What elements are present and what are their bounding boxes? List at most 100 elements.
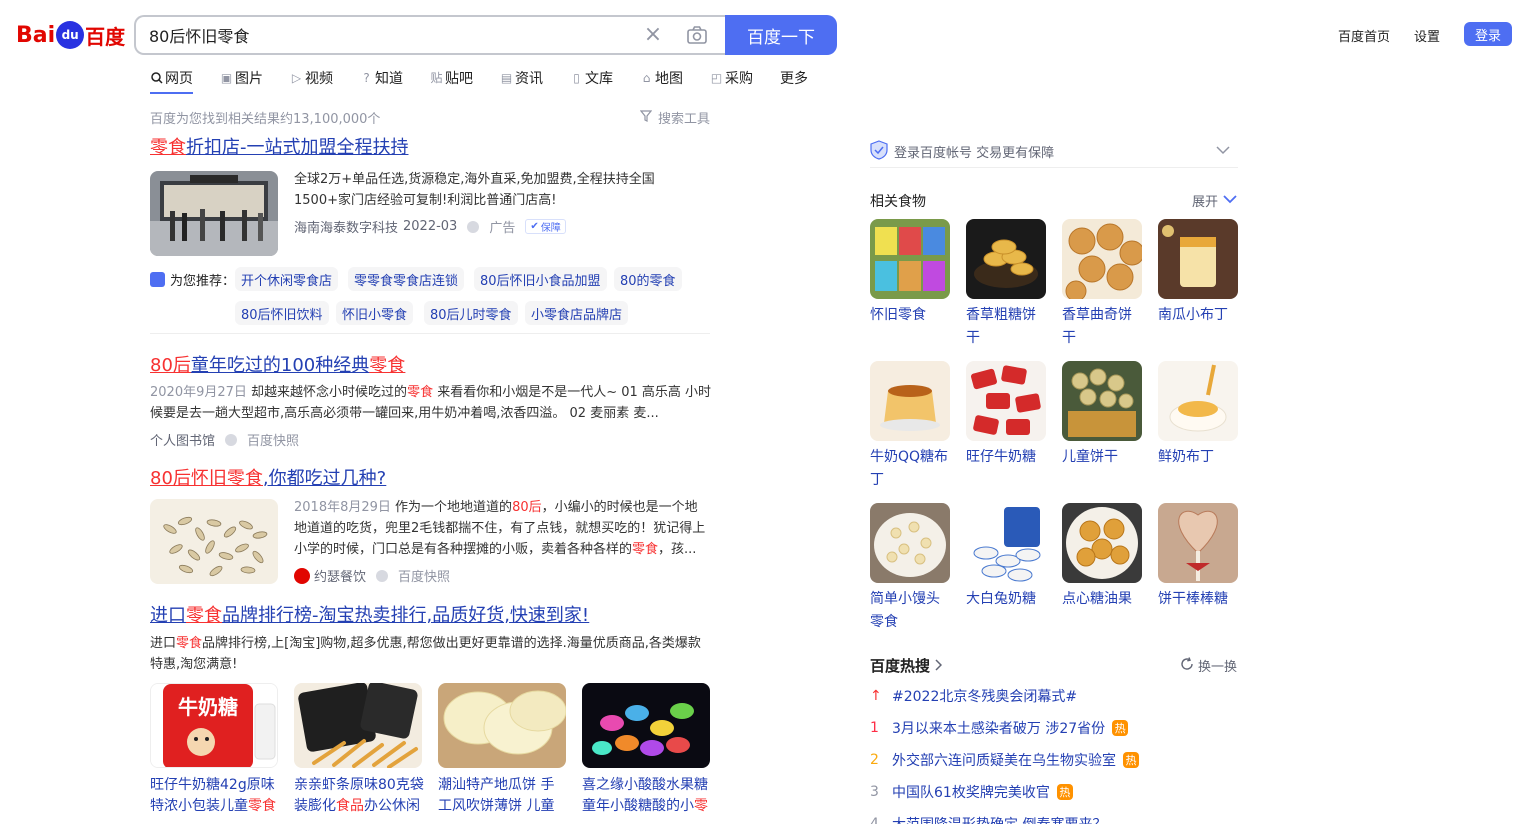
- guarantee-badge[interactable]: ✔ 保障: [525, 219, 566, 234]
- result-meta: 个人图书馆 百度快照: [150, 430, 299, 449]
- expand-button[interactable]: 展开: [1192, 191, 1237, 210]
- food-image[interactable]: [966, 361, 1046, 441]
- food-image[interactable]: [1062, 503, 1142, 583]
- product-caption[interactable]: 潮汕特产地瓜饼 手工风吹饼薄饼 儿童: [438, 775, 568, 817]
- food-image[interactable]: [870, 503, 950, 583]
- food-caption[interactable]: 儿童饼干: [1062, 446, 1144, 469]
- product-caption[interactable]: 喜之缘小酸酸水果糖童年小酸糖酸的小零: [582, 775, 712, 817]
- ad-thumbnail[interactable]: [150, 171, 278, 256]
- food-caption[interactable]: 香草曲奇饼干: [1062, 304, 1144, 350]
- food-caption[interactable]: 香草粗糖饼干: [966, 304, 1048, 350]
- recommend-tag[interactable]: 80后儿时零食: [424, 301, 518, 325]
- food-image[interactable]: [1062, 219, 1142, 299]
- refresh-icon: [1180, 656, 1194, 675]
- food-caption[interactable]: 鲜奶布丁: [1158, 446, 1240, 469]
- recommend-tag[interactable]: 零零食零食店连锁: [348, 267, 465, 291]
- product-image[interactable]: [438, 683, 566, 768]
- home-link[interactable]: 百度首页: [1338, 26, 1390, 45]
- sunflower-seeds-thumbnail[interactable]: [150, 499, 278, 584]
- search-button[interactable]: 百度一下: [725, 15, 837, 55]
- product-image[interactable]: 牛奶糖: [150, 683, 278, 768]
- search-icon: [150, 72, 163, 85]
- snapshot-link[interactable]: 百度快照: [247, 430, 299, 449]
- hot-badge: 热: [1112, 720, 1129, 736]
- ad-description: 全球2万+单品任选,货源稳定,海外直采,免加盟费,全程扶持全国1500+家门店经…: [294, 172, 655, 208]
- food-image[interactable]: [1158, 361, 1238, 441]
- food-caption[interactable]: 旺仔牛奶糖: [966, 446, 1048, 469]
- divider: [150, 333, 710, 334]
- search-box: [134, 15, 728, 55]
- result-title[interactable]: 进口零食品牌排行榜-淘宝热卖排行,品质好货,快速到家!: [150, 604, 589, 628]
- tab-wenku[interactable]: ▯ 文库: [570, 68, 613, 88]
- tab-web[interactable]: 网页: [150, 68, 193, 94]
- food-caption[interactable]: 点心糖油果: [1062, 588, 1144, 611]
- refresh-button[interactable]: 换一换: [1180, 656, 1237, 675]
- food-caption[interactable]: 简单小馒头零食: [870, 588, 952, 634]
- hot-search-item[interactable]: 1 3月以来本土感染者破万 涉27省份 热: [870, 717, 1129, 739]
- recommend-tag[interactable]: 小零食店品牌店: [525, 301, 629, 325]
- food-image[interactable]: [1158, 219, 1238, 299]
- result-title[interactable]: 80后童年吃过的100种经典零食: [150, 354, 405, 378]
- baidu-logo[interactable]: Bai du 百度: [16, 16, 125, 54]
- chevron-right-icon: [934, 657, 943, 675]
- product-image[interactable]: [582, 683, 710, 768]
- tab-images[interactable]: ▣ 图片: [220, 68, 263, 88]
- tab-shop[interactable]: ◰ 采购: [710, 68, 753, 88]
- news-icon: ▤: [500, 70, 513, 85]
- recommend-tag[interactable]: 80后怀旧饮料: [235, 301, 329, 325]
- food-image[interactable]: [966, 219, 1046, 299]
- info-icon: [225, 433, 238, 446]
- login-button[interactable]: 登录: [1464, 22, 1512, 46]
- tieba-icon: 贴: [430, 70, 443, 85]
- tab-zhidao[interactable]: ? 知道: [360, 68, 403, 88]
- video-icon: ▷: [291, 70, 302, 85]
- hot-search-title[interactable]: 百度热搜: [870, 655, 943, 676]
- food-caption[interactable]: 怀旧零食: [870, 304, 952, 327]
- hot-search-item[interactable]: 2 外交部六连问质疑美在乌生物实验室 热: [870, 749, 1139, 771]
- source-logo-icon: [294, 567, 310, 584]
- food-image[interactable]: [966, 503, 1046, 583]
- food-caption[interactable]: 牛奶QQ糖布丁: [870, 446, 952, 492]
- food-caption[interactable]: 南瓜小布丁: [1158, 304, 1240, 327]
- recommend-label: 为您推荐：: [150, 270, 235, 289]
- result-title[interactable]: 零食折扣店-一站式加盟全程扶持: [150, 136, 409, 160]
- search-input[interactable]: [149, 25, 629, 44]
- snapshot-link[interactable]: 百度快照: [398, 566, 450, 585]
- recommend-tag[interactable]: 80的零食: [614, 267, 682, 291]
- hot-search-item[interactable]: 3 中国队61枚奖牌完美收官 热: [870, 781, 1073, 803]
- result-title[interactable]: 80后怀旧零食,你都吃过几种?: [150, 467, 386, 491]
- result-count: 百度为您找到相关结果约13,100,000个: [150, 112, 381, 127]
- hot-search-item[interactable]: ↑ #2022北京冬残奥会闭幕式#: [870, 685, 1077, 707]
- product-image[interactable]: [294, 683, 422, 768]
- tab-more[interactable]: 更多: [780, 68, 808, 88]
- source-link[interactable]: 约瑟餐饮: [314, 566, 366, 585]
- hot-search-item[interactable]: 4 大范围降温形势确定 倒春寒要来？: [870, 813, 1106, 824]
- food-image[interactable]: [1062, 361, 1142, 441]
- food-caption[interactable]: 饼干棒棒糖: [1158, 588, 1240, 611]
- food-image[interactable]: [870, 219, 950, 299]
- source-link[interactable]: 个人图书馆: [150, 430, 215, 449]
- food-image[interactable]: [870, 361, 950, 441]
- settings-link[interactable]: 设置: [1414, 26, 1440, 45]
- clear-icon[interactable]: ×: [642, 24, 664, 46]
- recommend-tag[interactable]: 80后怀旧小食品加盟: [474, 267, 607, 291]
- tab-news[interactable]: ▤ 资讯: [500, 68, 543, 88]
- tab-map[interactable]: ⌂ 地图: [640, 68, 683, 88]
- camera-icon[interactable]: [686, 24, 708, 46]
- tab-tieba[interactable]: 贴贴吧: [430, 68, 473, 88]
- tab-video[interactable]: ▷ 视频: [290, 68, 333, 88]
- result-description: 进口零食品牌排行榜,上[淘宝]购物,超多优惠,帮您做出更好更靠谱的选择.海量优质…: [150, 636, 701, 672]
- result-description: 2018年8月29日 作为一个地地道道的80后，小编小的时候也是一个地地道道的吃…: [294, 500, 706, 557]
- recommend-tag[interactable]: 怀旧小零食: [336, 301, 414, 325]
- recommend-icon: [150, 271, 165, 287]
- chevron-down-icon: [1216, 144, 1230, 159]
- product-caption[interactable]: 旺仔牛奶糖42g原味特浓小包装儿童零食: [150, 775, 280, 817]
- product-caption[interactable]: 亲亲虾条原味80克袋装膨化食品办公休闲: [294, 775, 424, 817]
- recommend-tag[interactable]: 开个休闲零食店: [235, 267, 339, 291]
- hot-badge: 热: [1056, 784, 1073, 800]
- food-image[interactable]: [1158, 503, 1238, 583]
- food-caption[interactable]: 大白兔奶糖: [966, 588, 1048, 611]
- search-tools-button[interactable]: 搜索工具: [639, 108, 710, 127]
- related-foods-title: 相关食物: [870, 194, 926, 210]
- login-banner[interactable]: 登录百度帐号 交易更有保障: [870, 136, 1238, 168]
